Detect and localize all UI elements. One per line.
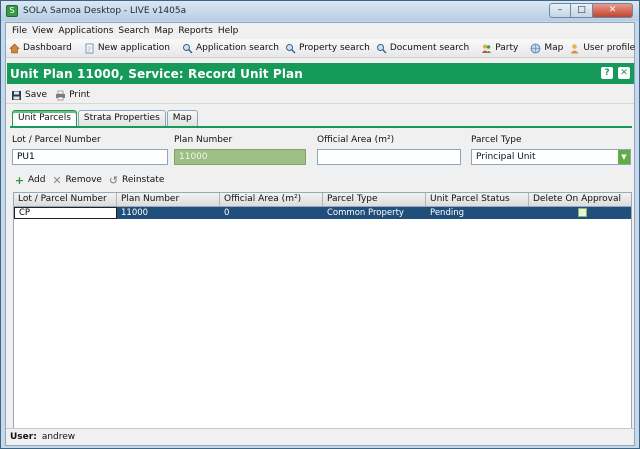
tab-underline — [10, 126, 632, 128]
lot-number-label: Lot / Parcel Number — [12, 135, 101, 145]
print-button[interactable]: Print — [55, 90, 90, 101]
tab-map[interactable]: Map — [166, 110, 198, 126]
column-header-plan[interactable]: Plan Number — [117, 193, 220, 206]
dashboard-button[interactable]: Dashboard — [9, 43, 72, 54]
main-toolbar: Dashboard New application Application se… — [6, 39, 635, 58]
panel-title: Unit Plan 11000, Service: Record Unit Pl… — [10, 66, 303, 81]
delete-on-approval-checkbox[interactable] — [577, 208, 587, 217]
new-application-button[interactable]: New application — [84, 43, 170, 54]
property-search-label: Property search — [299, 43, 370, 53]
reinstate-button[interactable]: ↺ Reinstate — [108, 173, 165, 187]
column-header-lot[interactable]: Lot / Parcel Number — [14, 193, 117, 206]
document-search-button[interactable]: Document search — [376, 43, 469, 54]
menu-help[interactable]: Help — [218, 26, 239, 36]
floppy-disk-icon — [11, 90, 22, 101]
table-header: Lot / Parcel Number Plan Number Official… — [14, 193, 631, 207]
column-header-status[interactable]: Unit Parcel Status — [426, 193, 529, 206]
cell-area: 0 — [224, 208, 230, 218]
new-document-icon — [84, 43, 95, 54]
remove-button[interactable]: ✕ Remove — [51, 173, 102, 187]
official-area-label: Official Area (m²) — [317, 135, 395, 145]
people-icon — [481, 43, 492, 54]
user-icon — [569, 43, 580, 54]
official-area-input[interactable] — [317, 149, 461, 165]
client-area: File View Applications Search Map Report… — [5, 22, 635, 446]
menu-bar: File View Applications Search Map Report… — [6, 23, 634, 38]
cell-delete-on-approval — [529, 207, 631, 219]
panel-header: Unit Plan 11000, Service: Record Unit Pl… — [7, 63, 634, 84]
add-label: Add — [28, 175, 46, 185]
menu-map[interactable]: Map — [154, 26, 173, 36]
globe-icon — [530, 43, 541, 54]
status-user-value: andrew — [41, 432, 76, 442]
parcel-type-label: Parcel Type — [471, 135, 522, 145]
application-window: S SOLA Samoa Desktop - LIVE v1405a – □ ✕… — [0, 0, 640, 449]
action-bar: Save Print — [6, 87, 634, 104]
reinstate-label: Reinstate — [121, 175, 165, 185]
grid-actions: + Add ✕ Remove ↺ Reinstate — [14, 173, 170, 187]
close-window-button[interactable]: ✕ — [593, 3, 633, 18]
user-profile-label: User profile — [583, 43, 636, 53]
tab-strip: Unit Parcels Strata Properties Map — [12, 110, 199, 126]
tab-unit-parcels[interactable]: Unit Parcels — [12, 110, 77, 126]
new-application-label: New application — [97, 43, 170, 53]
menu-search[interactable]: Search — [118, 26, 149, 36]
window-controls: – □ ✕ — [549, 3, 633, 18]
menu-view[interactable]: View — [32, 26, 53, 36]
search-icon — [376, 43, 387, 54]
column-header-delete[interactable]: Delete On Approval — [529, 193, 631, 206]
user-profile-button[interactable]: User profile — [569, 43, 635, 54]
save-label: Save — [25, 90, 48, 100]
unit-parcels-table: Lot / Parcel Number Plan Number Official… — [13, 192, 632, 440]
maximize-button[interactable]: □ — [571, 3, 593, 18]
map-button[interactable]: Map — [530, 43, 563, 54]
search-icon — [285, 43, 296, 54]
save-button[interactable]: Save — [11, 90, 47, 101]
property-search-button[interactable]: Property search — [285, 43, 370, 54]
minimize-button[interactable]: – — [549, 3, 571, 18]
window-title: SOLA Samoa Desktop - LIVE v1405a — [23, 6, 187, 16]
panel-header-controls: ? ✕ — [601, 67, 630, 79]
column-header-type[interactable]: Parcel Type — [323, 193, 426, 206]
search-icon — [182, 43, 193, 54]
party-button[interactable]: Party — [481, 43, 518, 54]
status-bar: User: andrew — [6, 428, 634, 445]
title-bar[interactable]: S SOLA Samoa Desktop - LIVE v1405a – □ ✕ — [1, 1, 639, 21]
plan-number-input: 11000 — [174, 149, 306, 165]
remove-label: Remove — [65, 175, 102, 185]
party-label: Party — [495, 43, 519, 53]
parcel-type-select[interactable]: Principal Unit ▼ — [471, 149, 631, 165]
add-button[interactable]: + Add — [14, 173, 46, 187]
application-search-button[interactable]: Application search — [182, 43, 279, 54]
printer-icon — [55, 90, 66, 101]
home-icon — [9, 43, 20, 54]
help-icon[interactable]: ? — [601, 67, 613, 79]
cell-type: Common Property — [327, 208, 404, 218]
menu-reports[interactable]: Reports — [178, 26, 213, 36]
sola-app-icon: S — [6, 5, 18, 17]
status-user-label: User: — [10, 432, 37, 442]
menu-applications[interactable]: Applications — [58, 26, 113, 36]
dashboard-label: Dashboard — [23, 43, 72, 53]
lot-number-input[interactable] — [12, 149, 168, 165]
column-header-area[interactable]: Official Area (m²) — [220, 193, 323, 206]
tab-strata-properties[interactable]: Strata Properties — [77, 110, 166, 126]
print-label: Print — [69, 90, 90, 100]
table-row[interactable]: CP 11000 0 Common Property Pending — [14, 207, 631, 219]
plan-number-label: Plan Number — [174, 135, 233, 145]
cell-lot[interactable]: CP — [14, 207, 117, 219]
document-search-label: Document search — [389, 43, 470, 53]
close-panel-icon[interactable]: ✕ — [618, 67, 630, 79]
undo-icon: ↺ — [108, 173, 119, 187]
cell-plan: 11000 — [121, 208, 149, 218]
parcel-type-value: Principal Unit — [476, 152, 536, 162]
map-label: Map — [544, 43, 564, 53]
menu-file[interactable]: File — [12, 26, 27, 36]
remove-x-icon: ✕ — [52, 173, 62, 187]
chevron-down-icon[interactable]: ▼ — [618, 150, 630, 164]
plus-icon: + — [14, 173, 25, 187]
application-search-label: Application search — [195, 43, 280, 53]
cell-status: Pending — [430, 208, 464, 218]
